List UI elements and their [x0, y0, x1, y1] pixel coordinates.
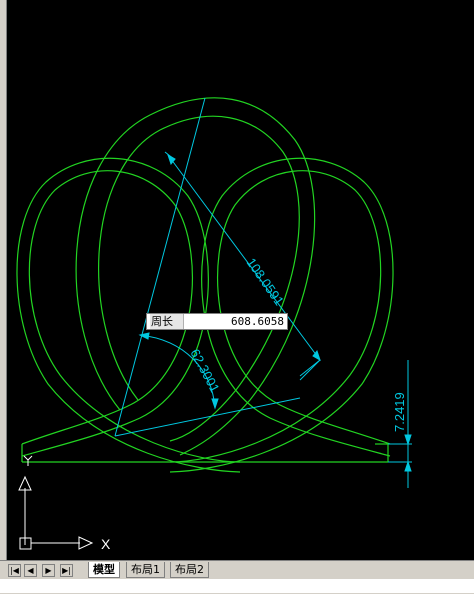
ucs-x-arrow: [78, 536, 94, 550]
tooltip-label: 周长: [150, 314, 184, 329]
perimeter-tooltip: 周长 608.6058: [146, 313, 288, 330]
tab-layout1[interactable]: 布局1: [126, 562, 165, 578]
next-tab-button[interactable]: ▶: [42, 564, 55, 577]
dim-text-aligned[interactable]: 108.0591: [244, 255, 287, 308]
tab-model[interactable]: 模型: [88, 562, 120, 578]
baseline-y-marker: [23, 455, 33, 466]
knot-geometry[interactable]: [16, 97, 394, 473]
bottom-divider: [0, 593, 474, 594]
last-tab-button[interactable]: ▶|: [60, 564, 73, 577]
ucs-x-label: X: [101, 536, 111, 552]
drawing-svg[interactable]: 108.0591 62.3001 7.2419 X: [0, 0, 474, 560]
bottom-strip: [0, 579, 474, 599]
construction-line-a: [114, 97, 206, 437]
dim-text-angular[interactable]: 62.3001: [187, 346, 222, 395]
left-scroll-strip[interactable]: [0, 0, 7, 560]
aligned-dim-ext-3: [299, 359, 321, 377]
tab-layout2[interactable]: 布局2: [170, 562, 209, 578]
prev-tab-button[interactable]: ◀: [24, 564, 37, 577]
central-loop-outer: [75, 97, 316, 456]
layout-tab-bar: |◀ ◀ ▶ ▶| 模型 布局1 布局2: [0, 560, 474, 579]
first-tab-button[interactable]: |◀: [8, 564, 21, 577]
vertical-dim-arrow-1: [404, 434, 412, 446]
angular-dim-arrow-2: [211, 398, 219, 410]
dimension-geometry[interactable]: [114, 97, 412, 488]
drawing-canvas[interactable]: 108.0591 62.3001 7.2419 X 周长 608.6058: [0, 0, 474, 560]
tooltip-value: 608.6058: [231, 315, 284, 328]
ucs-icon: [18, 475, 94, 550]
vertical-dim-arrow-2: [404, 460, 412, 472]
dim-text-vertical[interactable]: 7.2419: [392, 392, 407, 432]
